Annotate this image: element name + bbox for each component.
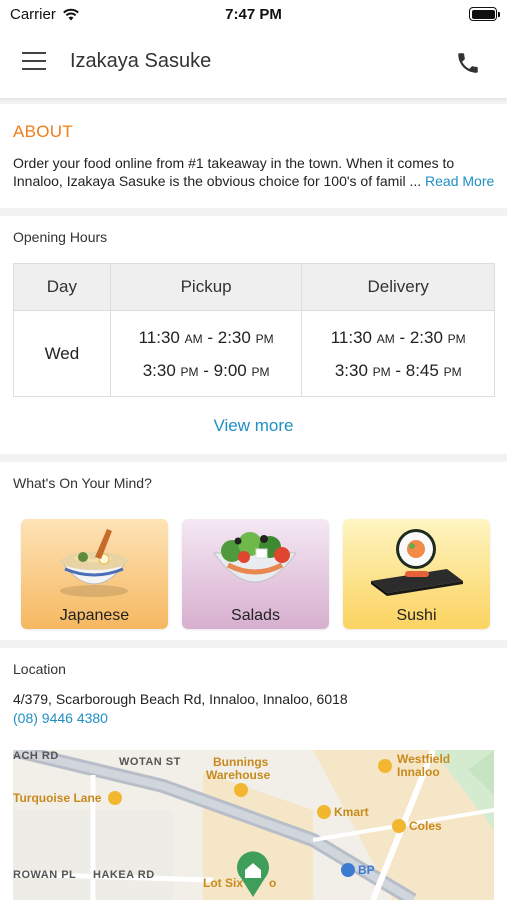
delivery-hours-cell: 11:30 AM - 2:30 PM 3:30 PM - 8:45 PM (301, 310, 495, 397)
map-label-road: ROWAN PL (13, 869, 77, 881)
read-more-link[interactable]: Read More (425, 173, 494, 189)
day-cell: Wed (13, 310, 111, 397)
map-label-poi: o (269, 876, 277, 890)
category-label: Salads (231, 607, 280, 624)
location-section: Location 4/379, Scarborough Beach Rd, In… (0, 648, 507, 900)
view-more-link[interactable]: View more (0, 416, 507, 436)
hamburger-icon[interactable] (22, 52, 48, 72)
column-header-pickup: Pickup (109, 263, 303, 311)
status-bar: Carrier 7:47 PM (0, 0, 507, 28)
categories-section: What's On Your Mind? Japanese Salads Sus… (0, 462, 507, 640)
map-label-road: ACH RD (13, 750, 59, 762)
about-section: ABOUT Order your food online from #1 tak… (0, 104, 507, 208)
map-label-poi: Westfield (397, 752, 451, 766)
salad-bowl-icon (213, 532, 297, 583)
categories-heading: What's On Your Mind? (13, 475, 152, 491)
about-heading: ABOUT (13, 122, 74, 141)
sushi-roll-icon (371, 529, 463, 596)
map-label-poi: Warehouse (206, 768, 271, 782)
column-header-delivery: Delivery (301, 263, 495, 311)
category-card-sushi[interactable]: Sushi (343, 519, 490, 629)
table-row: Wed 11:30 AM - 2:30 PM 3:30 PM - 9:00 PM… (13, 310, 495, 397)
category-card-japanese[interactable]: Japanese (21, 519, 168, 629)
location-heading: Location (13, 661, 66, 677)
delivery-slot: 3:30 PM - 8:45 PM (334, 360, 462, 380)
map-label-poi: Innaloo (397, 765, 440, 779)
about-text: Order your food online from #1 takeaway … (13, 154, 498, 190)
map-label-poi: BP (358, 863, 375, 877)
map-label-road: HAKEA RD (93, 869, 155, 881)
opening-hours-table: Day Pickup Delivery Wed 11:30 AM - 2:30 … (13, 263, 495, 397)
map-label-poi: Bunnings (213, 755, 269, 769)
page-title: Izakaya Sasuke (70, 50, 212, 72)
phone-link[interactable]: (08) 9446 4380 (13, 710, 108, 726)
map-label-poi: Lot Six (203, 876, 244, 890)
pickup-slot: 11:30 AM - 2:30 PM (138, 327, 274, 347)
address-text: 4/379, Scarborough Beach Rd, Innaloo, In… (13, 691, 348, 707)
category-card-salads[interactable]: Salads (182, 519, 329, 629)
battery-icon (469, 7, 500, 21)
phone-icon[interactable] (455, 50, 481, 76)
map-view[interactable]: ACH RD WOTAN ST ROWAN PL HAKEA RD Bunnin… (13, 750, 494, 900)
map-label-poi: Coles (409, 819, 442, 833)
map-label-road: WOTAN ST (119, 756, 181, 768)
ramen-bowl-icon (60, 529, 128, 597)
opening-hours-section: Opening Hours Day Pickup Delivery Wed 11… (0, 216, 507, 454)
about-description: Order your food online from #1 takeaway … (13, 155, 455, 189)
pickup-slot: 3:30 PM - 9:00 PM (142, 360, 270, 380)
pickup-hours-cell: 11:30 AM - 2:30 PM 3:30 PM - 9:00 PM (109, 310, 303, 397)
category-label: Japanese (59, 607, 130, 624)
app-header: Izakaya Sasuke (0, 28, 507, 98)
category-label: Sushi (396, 607, 437, 624)
clock: 7:47 PM (225, 6, 282, 23)
delivery-slot: 11:30 AM - 2:30 PM (330, 327, 466, 347)
map-label-poi: Turquoise Lane (13, 791, 102, 805)
opening-hours-heading: Opening Hours (13, 229, 108, 245)
map-label-poi: Kmart (334, 805, 369, 819)
column-header-day: Day (13, 263, 111, 311)
